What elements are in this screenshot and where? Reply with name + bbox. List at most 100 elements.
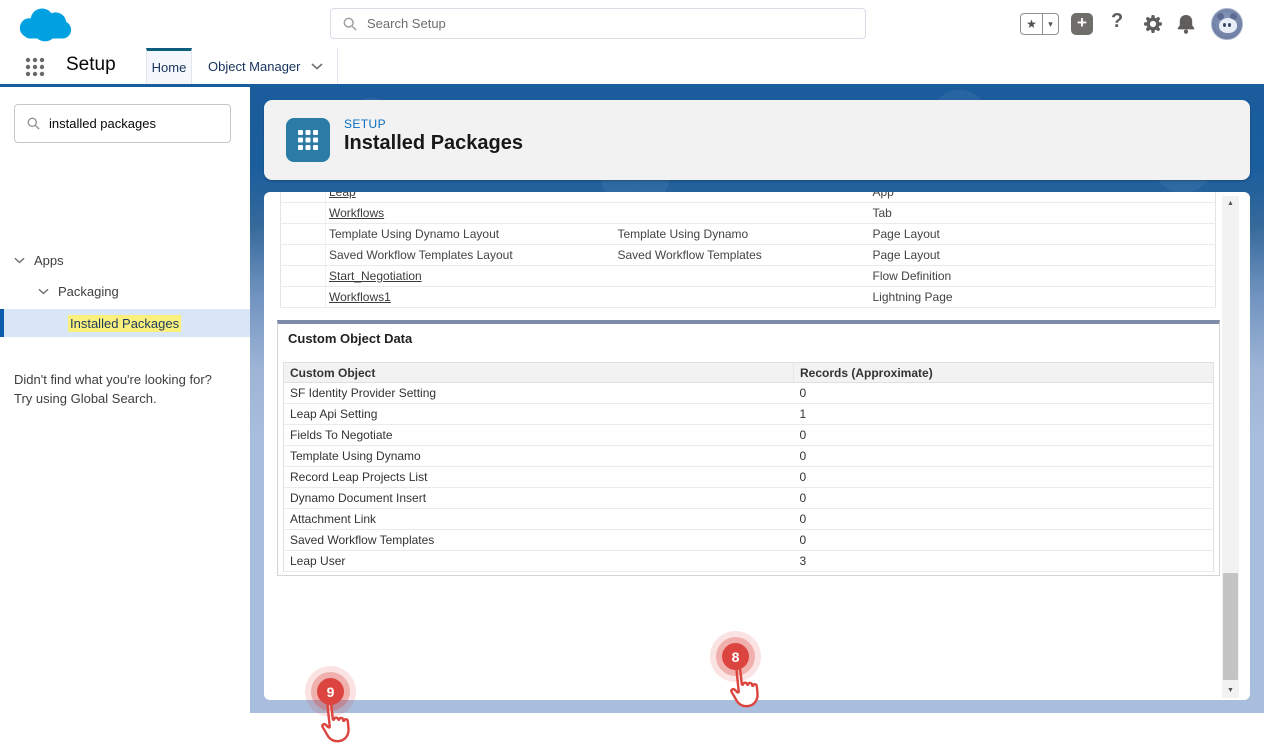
tab-home[interactable]: Home (146, 48, 192, 84)
component-parent (618, 266, 873, 287)
records-cell: 0 (794, 488, 1214, 509)
object-cell: SF Identity Provider Setting (284, 383, 794, 404)
setup-sidebar: Apps Packaging Installed Packages Didn't… (0, 87, 250, 750)
table-row: Attachment Link0 (284, 509, 1214, 530)
tab-object-manager[interactable]: Object Manager (192, 48, 338, 84)
global-header: ★ ▾ + ? (0, 0, 1264, 48)
component-name: Saved Workflow Templates Layout (326, 245, 618, 266)
salesforce-logo-icon[interactable] (16, 5, 74, 43)
column-header-object: Custom Object (284, 363, 794, 383)
scroll-down-arrow-icon[interactable]: ▼ (1222, 683, 1239, 698)
table-row: Saved Workflow Templates0 (284, 530, 1214, 551)
component-type: Flow Definition (873, 266, 1216, 287)
records-cell: 3 (794, 551, 1214, 572)
quick-create-button[interactable]: + (1071, 13, 1093, 35)
table-row: Saved Workflow Templates Layout Saved Wo… (281, 245, 1216, 266)
records-cell: 0 (794, 425, 1214, 446)
component-type: Page Layout (873, 224, 1216, 245)
component-link[interactable]: Leap (329, 192, 356, 199)
table-row: Workflows1 Lightning Page (281, 287, 1216, 308)
records-cell: 0 (794, 467, 1214, 488)
records-cell: 0 (794, 446, 1214, 467)
search-icon (343, 17, 357, 31)
table-row: Workflows Tab (281, 203, 1216, 224)
page-header-card: SETUP Installed Packages (264, 100, 1250, 180)
pointer-hand-icon (313, 697, 358, 749)
object-cell: Saved Workflow Templates (284, 530, 794, 551)
package-components-table: Leap App Workflows Tab Template Using Dy… (280, 192, 1216, 308)
object-cell: Fields To Negotiate (284, 425, 794, 446)
table-row: Leap Api Setting1 (284, 404, 1214, 425)
sidebar-quick-find[interactable] (14, 104, 231, 143)
pointer-hand-icon (722, 662, 767, 714)
component-link[interactable]: Workflows (329, 206, 384, 220)
object-cell: Leap Api Setting (284, 404, 794, 425)
help-text-line: Try using Global Search. (14, 389, 212, 408)
sidebar-item-installed-packages[interactable]: Installed Packages (0, 309, 250, 337)
table-row: Dynamo Document Insert0 (284, 488, 1214, 509)
table-header-row: Custom Object Records (Approximate) (284, 363, 1214, 383)
chevron-down-icon[interactable] (14, 257, 25, 264)
sidebar-item-packaging[interactable]: Packaging (38, 284, 119, 299)
favorites-button-group[interactable]: ★ ▾ (1020, 13, 1059, 35)
setup-gear-icon[interactable] (1141, 12, 1165, 36)
custom-object-data-panel: Custom Object Data Custom Object Records… (277, 320, 1220, 576)
column-header-records: Records (Approximate) (794, 363, 1214, 383)
vertical-scrollbar[interactable]: ▲ ▼ (1222, 196, 1239, 698)
favorites-dropdown-icon[interactable]: ▾ (1043, 14, 1058, 34)
page-title: Installed Packages (344, 132, 523, 155)
table-row: Fields To Negotiate0 (284, 425, 1214, 446)
component-parent (618, 203, 873, 224)
records-cell: 0 (794, 509, 1214, 530)
table-row: Leap User3 (284, 551, 1214, 572)
sidebar-item-label-highlighted: Installed Packages (68, 315, 181, 332)
table-row: SF Identity Provider Setting0 (284, 383, 1214, 404)
sidebar-item-label: Apps (34, 253, 64, 268)
chevron-down-icon (311, 63, 323, 70)
component-link[interactable]: Start_Negotiation (329, 269, 422, 283)
sidebar-help-text: Didn't find what you're looking for? Try… (14, 370, 212, 408)
component-type: Tab (873, 203, 1216, 224)
sidebar-item-label: Packaging (58, 284, 119, 299)
object-cell: Record Leap Projects List (284, 467, 794, 488)
object-cell: Dynamo Document Insert (284, 488, 794, 509)
breadcrumb: SETUP (344, 117, 386, 131)
object-cell: Attachment Link (284, 509, 794, 530)
notifications-bell-icon[interactable] (1174, 12, 1198, 36)
object-cell: Template Using Dynamo (284, 446, 794, 467)
component-name: Template Using Dynamo Layout (326, 224, 618, 245)
records-cell: 0 (794, 383, 1214, 404)
scroll-up-arrow-icon[interactable]: ▲ (1222, 196, 1239, 211)
search-icon (27, 117, 40, 130)
records-cell: 0 (794, 530, 1214, 551)
table-row: Record Leap Projects List0 (284, 467, 1214, 488)
app-name: Setup (66, 54, 116, 76)
table-row: Start_Negotiation Flow Definition (281, 266, 1216, 287)
object-cell: Leap User (284, 551, 794, 572)
tab-object-manager-label: Object Manager (208, 59, 301, 74)
table-row: Template Using Dynamo0 (284, 446, 1214, 467)
app-launcher-icon[interactable] (24, 56, 46, 78)
favorite-star-icon[interactable]: ★ (1021, 14, 1043, 34)
tab-home-label: Home (152, 60, 187, 75)
main-region: SETUP Installed Packages Leap App Workfl… (250, 87, 1264, 713)
content-frame: Leap App Workflows Tab Template Using Dy… (264, 192, 1250, 700)
help-icon[interactable]: ? (1111, 10, 1123, 33)
step-badge-8: 8 (722, 643, 749, 670)
sidebar-quick-find-input[interactable] (49, 116, 214, 131)
component-link[interactable]: Workflows1 (329, 290, 391, 304)
sidebar-item-apps[interactable]: Apps (14, 253, 64, 268)
component-parent (618, 192, 873, 203)
installed-packages-app-icon (286, 118, 330, 162)
help-text-line: Didn't find what you're looking for? (14, 370, 212, 389)
global-search-input[interactable] (367, 16, 807, 31)
table-row: Leap App (281, 192, 1216, 203)
user-avatar[interactable] (1211, 8, 1243, 40)
chevron-down-icon[interactable] (38, 288, 49, 295)
scrollbar-thumb[interactable] (1223, 573, 1238, 680)
global-search[interactable] (330, 8, 866, 39)
section-title: Custom Object Data (278, 324, 1219, 354)
table-row: Template Using Dynamo Layout Template Us… (281, 224, 1216, 245)
component-type: Page Layout (873, 245, 1216, 266)
setup-nav-bar: Setup Home Object Manager (0, 48, 1264, 87)
